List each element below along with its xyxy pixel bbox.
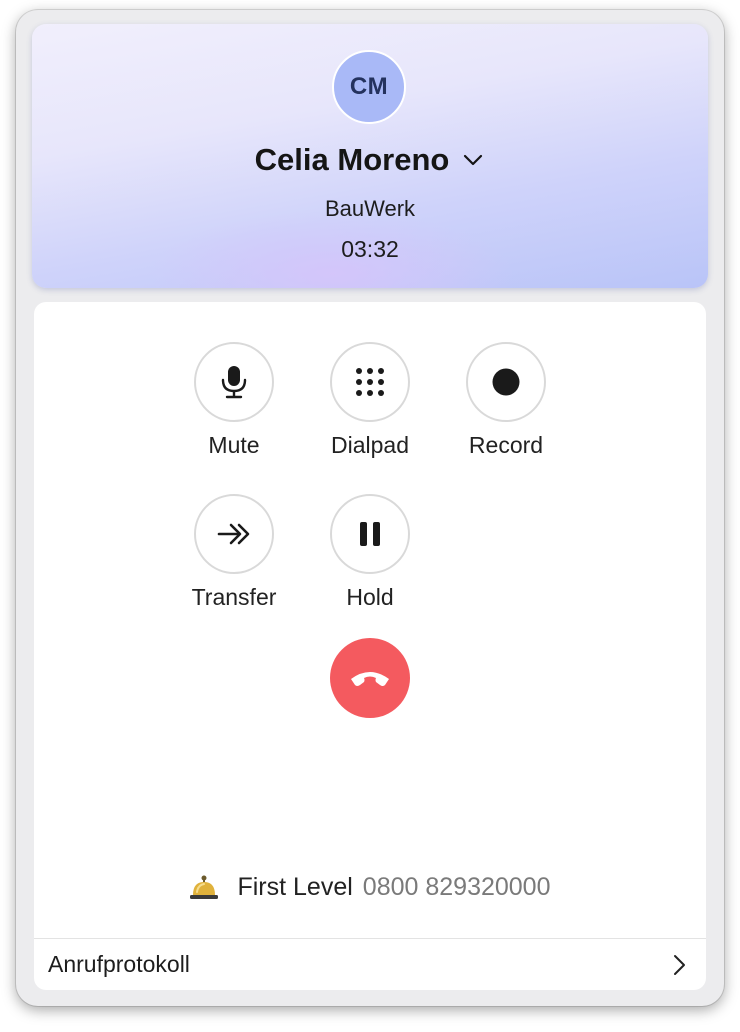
queue-name: First Level <box>237 872 353 901</box>
caller-header: CM Celia Moreno BauWerk 03:32 <box>32 24 708 288</box>
mute-control: Mute <box>174 342 294 459</box>
end-call-button[interactable] <box>330 638 410 718</box>
avatar: CM <box>332 50 406 124</box>
hold-button[interactable] <box>330 494 410 574</box>
microphone-icon <box>219 365 249 399</box>
call-log-label: Anrufprotokoll <box>48 951 190 977</box>
hold-label: Hold <box>346 584 394 610</box>
mute-button[interactable] <box>194 342 274 422</box>
dialpad-label: Dialpad <box>331 432 409 458</box>
chevron-right-icon <box>668 954 690 976</box>
record-label: Record <box>468 432 544 458</box>
hold-control: Hold <box>310 494 430 611</box>
call-timer: 03:32 <box>341 236 399 262</box>
caller-name: Celia Moreno <box>254 142 450 177</box>
caller-name-row: Celia Moreno <box>32 142 708 178</box>
pause-icon <box>358 521 382 547</box>
call-log-link[interactable]: Anrufprotokoll <box>34 939 706 990</box>
record-icon <box>491 367 521 397</box>
transfer-icon <box>217 522 251 546</box>
caller-company: BauWerk <box>324 196 416 221</box>
bell-icon <box>189 872 219 902</box>
transfer-control: Transfer <box>174 494 294 611</box>
call-window: CM Celia Moreno BauWerk 03:32 Mute Dialp… <box>16 10 724 1006</box>
dialpad-button[interactable] <box>330 342 410 422</box>
dialpad-control: Dialpad <box>310 342 430 459</box>
call-controls-panel: Mute Dialpad Record Transfer Hold First … <box>34 302 706 990</box>
mute-label: Mute <box>208 432 260 458</box>
record-control: Record <box>446 342 566 459</box>
hang-up-icon <box>348 667 392 689</box>
record-button[interactable] <box>466 342 546 422</box>
chevron-down-icon[interactable] <box>461 148 485 172</box>
queue-number: 0800 829320000 <box>362 872 551 901</box>
queue-info: First Level 0800 829320000 <box>34 872 706 902</box>
dialpad-icon <box>354 366 386 398</box>
transfer-label: Transfer <box>191 584 277 610</box>
transfer-button[interactable] <box>194 494 274 574</box>
